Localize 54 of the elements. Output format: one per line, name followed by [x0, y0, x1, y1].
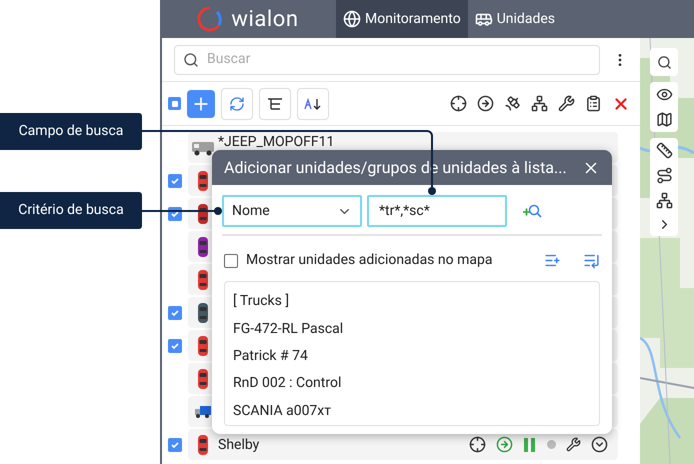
nodes-icon[interactable]	[656, 192, 672, 209]
nav-tab[interactable]: Unidades	[468, 0, 562, 38]
logo-text: wialon	[231, 6, 299, 34]
check-icon	[170, 176, 180, 186]
network-icon[interactable]	[531, 95, 548, 112]
wrench-icon[interactable]	[566, 437, 581, 452]
refresh-icon	[229, 96, 245, 112]
unit-checkbox[interactable]	[168, 174, 182, 188]
check-icon	[170, 340, 180, 350]
search-input[interactable]: *tr*,*sc*	[367, 195, 507, 227]
eye-icon[interactable]	[656, 86, 672, 103]
map-icon[interactable]	[656, 111, 672, 128]
arrow-circle-icon[interactable]	[477, 95, 494, 112]
tree-icon	[267, 98, 283, 110]
wrench-icon[interactable]	[558, 95, 575, 112]
ruler-icon[interactable]	[656, 142, 672, 159]
unit-name: *JEEP_MOPOFF11	[218, 134, 334, 150]
sort-icon	[304, 98, 322, 110]
list-move-icon[interactable]	[583, 252, 600, 269]
clipboard-icon[interactable]	[585, 95, 602, 112]
result-item[interactable]: Patrick # 74	[233, 342, 599, 370]
unit-name: Shelby	[218, 436, 260, 452]
sort-button[interactable]	[297, 88, 329, 120]
logo-icon	[197, 6, 224, 32]
result-item[interactable]: RnD 002 : Control	[233, 370, 599, 398]
add-button[interactable]	[187, 90, 215, 118]
callout-label: Campo de busca	[0, 113, 142, 150]
result-item[interactable]: SCANIA a007xт	[233, 398, 599, 426]
crosshair-icon[interactable]	[469, 436, 486, 453]
globe-icon	[343, 10, 361, 28]
unit-checkbox[interactable]	[168, 306, 182, 320]
satellite-icon[interactable]	[504, 95, 521, 112]
route-icon[interactable]	[656, 167, 672, 184]
callout-label: Critério de busca	[0, 192, 142, 229]
list-add-icon[interactable]	[544, 252, 561, 269]
refresh-button[interactable]	[221, 88, 253, 120]
check-icon	[170, 308, 180, 318]
unit-checkbox[interactable]	[168, 438, 182, 452]
search-icon[interactable]	[656, 54, 672, 70]
nav-tab[interactable]: Monitoramento	[336, 0, 468, 38]
show-on-map-checkbox[interactable]	[224, 254, 238, 268]
result-item[interactable]: FG-472-RL Pascal	[233, 315, 599, 343]
tree-button[interactable]	[259, 88, 291, 120]
check-icon	[170, 440, 180, 450]
search-icon	[183, 52, 199, 68]
show-on-map-label: Mostrar unidades adicionadas no mapa	[246, 251, 494, 270]
result-item[interactable]: [ Trucks ]	[233, 288, 599, 316]
criterion-select[interactable]: Nome	[222, 195, 362, 227]
add-search-icon[interactable]	[522, 203, 542, 219]
expand-icon[interactable]	[591, 436, 608, 453]
unit-checkbox[interactable]	[168, 338, 182, 352]
select-all-checkbox[interactable]	[168, 97, 181, 110]
signal-bars-icon	[523, 438, 537, 452]
crosshair-icon[interactable]	[450, 95, 467, 112]
